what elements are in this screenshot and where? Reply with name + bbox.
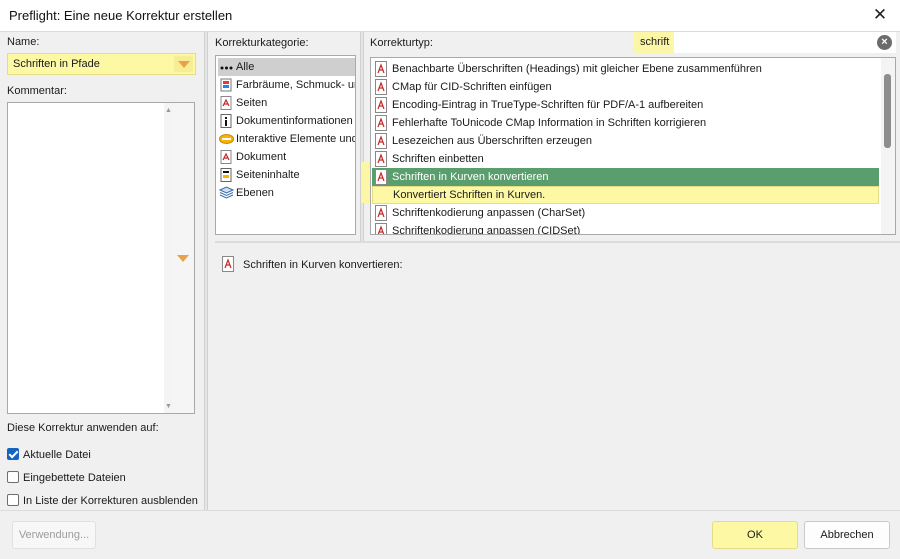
name-combobox[interactable]: Schriften in Pfade (7, 53, 196, 75)
pdf-icon (375, 97, 387, 113)
ok-button[interactable]: OK (712, 521, 798, 549)
scroll-down-icon[interactable]: ▼ (164, 403, 173, 410)
type-item-description: Konvertiert Schriften in Kurven. (372, 186, 879, 204)
pdf-icon (220, 150, 232, 164)
category-item-label: Seiteninhalte (236, 169, 300, 181)
pdf-icon (375, 79, 387, 95)
checkbox-embedded-files-label[interactable]: Eingebettete Dateien (23, 472, 126, 484)
comment-scrollbar[interactable]: ▲ ▼ (164, 103, 173, 413)
detail-label: Schriften in Kurven konvertieren: (243, 259, 403, 271)
category-item-label: Dokumentinformationen (236, 115, 353, 127)
type-item[interactable]: Schriftenkodierung anpassen (CharSet) (372, 204, 879, 222)
category-item-label: Dokument (236, 151, 287, 163)
category-item-label: Interaktive Elemente und (236, 133, 356, 145)
clear-search-icon[interactable]: × (877, 35, 892, 50)
checkbox-current-file-label[interactable]: Aktuelle Datei (23, 449, 91, 461)
search-value: schrift (640, 36, 670, 48)
type-item[interactable]: CMap für CID-Schriften einfügen (372, 78, 879, 96)
dots-icon (220, 66, 233, 70)
category-item-farbraeume[interactable]: Farbräume, Schmuck- und (218, 76, 356, 94)
button-bar: Verwendung... OK Abbrechen (0, 510, 900, 559)
window-title: Preflight: Eine neue Korrektur erstellen (9, 8, 233, 23)
splitter-left[interactable] (204, 32, 208, 510)
apply-label: Diese Korrektur anwenden auf: (7, 422, 159, 434)
checkbox-hide-in-list-label[interactable]: In Liste der Korrekturen ausblenden (23, 495, 198, 507)
category-label: Korrekturkategorie: (215, 37, 309, 49)
type-label: Korrekturtyp: (370, 37, 433, 49)
category-item-label: Alle (236, 61, 255, 73)
pdf-icon (375, 61, 387, 77)
category-item-ebenen[interactable]: Ebenen (218, 184, 355, 202)
pdf-icon (375, 223, 387, 234)
type-item[interactable]: Schriften einbetten (372, 150, 879, 168)
scroll-up-icon[interactable]: ▲ (164, 107, 173, 114)
comment-textarea[interactable]: ▲ ▼ (7, 102, 173, 414)
interactive-icon (219, 134, 234, 144)
usage-button[interactable]: Verwendung... (12, 521, 96, 549)
category-item-label: Seiten (236, 97, 268, 109)
checkbox-embedded-files[interactable] (7, 471, 19, 483)
color-icon (220, 78, 232, 92)
splitter-middle[interactable] (360, 32, 364, 242)
type-item[interactable]: Schriftenkodierung anpassen (CIDSet) (372, 222, 879, 234)
pdf-icon (375, 151, 387, 167)
category-item-interaktive-elemente[interactable]: Interaktive Elemente und (218, 130, 356, 148)
category-item-seiteninhalte[interactable]: Seiteninhalte (218, 166, 355, 184)
type-item[interactable]: Encoding-Eintrag in TrueType-Schriften f… (372, 96, 879, 114)
pdf-icon (375, 169, 387, 185)
type-item-selected[interactable]: Schriften in Kurven konvertieren (372, 168, 879, 186)
scrollbar-thumb[interactable] (884, 74, 891, 148)
info-icon (220, 114, 232, 128)
cancel-button[interactable]: Abbrechen (804, 521, 890, 549)
title-bar: Preflight: Eine neue Korrektur erstellen… (0, 0, 900, 32)
chevron-down-icon (178, 61, 190, 68)
type-item[interactable]: Benachbarte Überschriften (Headings) mit… (372, 60, 879, 78)
category-item-label: Ebenen (236, 187, 274, 199)
triangle-down-icon[interactable] (177, 255, 189, 262)
category-item-dokument[interactable]: Dokument (218, 148, 355, 166)
layers-icon (219, 186, 234, 199)
pdf-icon (220, 96, 232, 110)
content-icon (220, 168, 232, 182)
type-item[interactable]: Lesezeichen aus Überschriften erzeugen (372, 132, 879, 150)
category-list[interactable]: Alle Farbräume, Schmuck- und Seiten Doku… (215, 55, 356, 235)
category-item-alle[interactable]: Alle (218, 58, 355, 76)
category-item-label: Farbräume, Schmuck- und (236, 79, 356, 91)
search-input[interactable]: schrift × (634, 32, 896, 53)
category-item-seiten[interactable]: Seiten (218, 94, 355, 112)
checkbox-current-file[interactable] (7, 448, 19, 460)
close-icon[interactable]: ✕ (870, 5, 890, 25)
name-value: Schriften in Pfade (13, 58, 100, 70)
type-list[interactable]: Benachbarte Überschriften (Headings) mit… (370, 57, 896, 235)
pdf-icon (375, 205, 387, 221)
detail-header: Schriften in Kurven konvertieren: (221, 256, 621, 274)
comment-side-panel[interactable] (173, 102, 195, 414)
name-dropdown-button[interactable] (174, 56, 193, 72)
type-list-scrollbar[interactable] (881, 58, 895, 234)
pdf-icon (375, 133, 387, 149)
checkbox-hide-in-list[interactable] (7, 494, 19, 506)
name-label: Name: (7, 36, 40, 48)
pdf-icon (375, 115, 387, 131)
category-item-dokumentinfo[interactable]: Dokumentinformationen (218, 112, 355, 130)
splitter-horizontal[interactable] (215, 241, 900, 243)
type-item[interactable]: Fehlerhafte ToUnicode CMap Information i… (372, 114, 879, 132)
pdf-icon (222, 256, 234, 272)
comment-label: Kommentar: (7, 85, 67, 97)
